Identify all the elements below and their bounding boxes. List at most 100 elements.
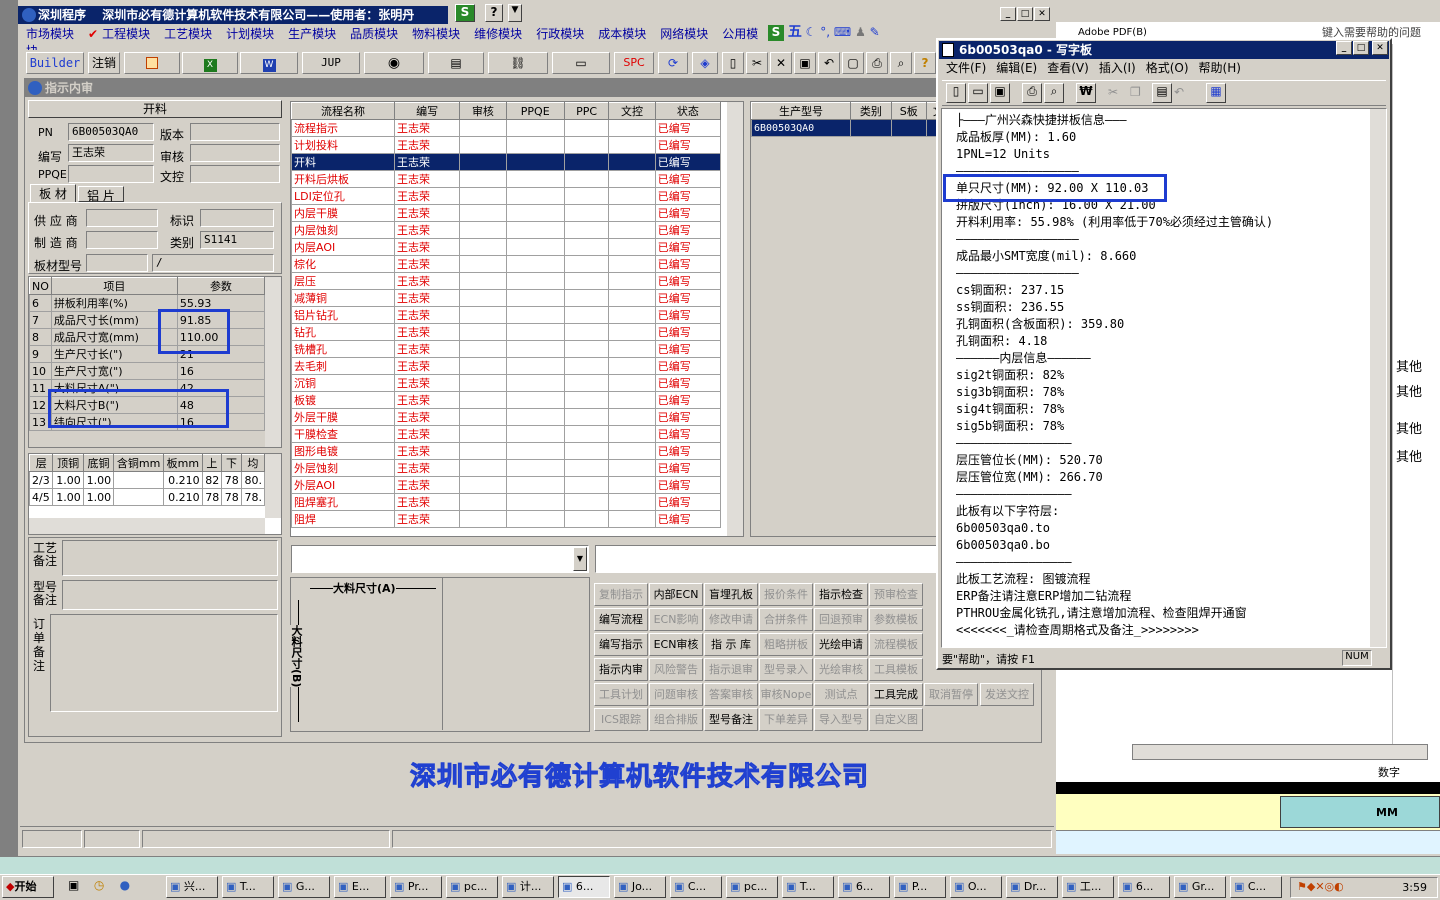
builder-button[interactable]: Builder bbox=[26, 52, 84, 74]
user-icon[interactable]: ♟ bbox=[855, 25, 866, 39]
editor-field[interactable]: 王志荣 bbox=[68, 144, 154, 162]
flow-row[interactable]: 层压 王志荣 已编写 bbox=[291, 272, 722, 290]
layer-hscrollbar[interactable] bbox=[29, 518, 265, 534]
menu-item[interactable]: 生产模块 bbox=[288, 27, 336, 41]
action-button[interactable]: 盲埋孔板 bbox=[704, 583, 758, 606]
action-button[interactable]: 光绘申请 bbox=[814, 633, 868, 656]
model-col[interactable]: 类别 bbox=[849, 102, 892, 120]
preview-icon[interactable]: ▢ bbox=[842, 52, 864, 74]
menu-item[interactable]: 工艺模块 bbox=[164, 27, 212, 41]
action-button[interactable]: 预审检查 bbox=[869, 583, 923, 606]
mark-field[interactable] bbox=[200, 209, 274, 227]
review-field[interactable] bbox=[190, 144, 280, 162]
punct-icon[interactable]: °, bbox=[820, 25, 830, 39]
pn-field[interactable]: 6B00503QA0 bbox=[68, 123, 154, 141]
taskbar-item[interactable]: ▣ Pr... bbox=[390, 876, 442, 898]
taskbar-item[interactable]: ▣ C... bbox=[670, 876, 722, 898]
find-doc-icon[interactable]: ₩ bbox=[1076, 83, 1096, 103]
flow-row[interactable]: 板镀 王志荣 已编写 bbox=[291, 391, 722, 409]
model-cell[interactable]: 6B00503QA0 bbox=[751, 119, 851, 137]
app-quick-icon[interactable]: ● bbox=[120, 878, 136, 892]
layer-row[interactable]: 4/5 1.00 1.00 0.210 78 78 78. bbox=[29, 488, 266, 506]
moon-icon[interactable]: ☾ bbox=[806, 25, 817, 39]
action-button[interactable]: 导入型号 bbox=[814, 708, 868, 731]
taskbar-item[interactable]: ▣ C... bbox=[1230, 876, 1282, 898]
action-button[interactable]: 自定义图 bbox=[869, 708, 923, 731]
jup-button[interactable]: JUP bbox=[302, 52, 360, 74]
board-model-field-2[interactable]: / bbox=[152, 254, 274, 272]
start-button[interactable]: ◆开始 bbox=[2, 876, 54, 898]
other-checkbox[interactable]: 其他 bbox=[1396, 418, 1422, 437]
insert-object-icon[interactable]: ▦ bbox=[1206, 83, 1226, 103]
delete-icon[interactable]: ✕ bbox=[770, 52, 792, 74]
flow-col[interactable]: 流程名称 bbox=[291, 102, 396, 120]
other-checkbox[interactable]: 其他 bbox=[1396, 446, 1422, 465]
save-icon[interactable]: ▣ bbox=[794, 52, 816, 74]
logout-button[interactable]: 注销 bbox=[88, 52, 120, 74]
action-button[interactable]: 型号备注 bbox=[704, 708, 758, 731]
taskbar-item[interactable]: ▣ T... bbox=[782, 876, 834, 898]
action-button[interactable]: 指示内审 bbox=[594, 658, 648, 681]
wordpad-maximize-button[interactable]: □ bbox=[1353, 41, 1369, 55]
taskbar-item[interactable]: ▣ E... bbox=[334, 876, 386, 898]
ppqe-field[interactable] bbox=[68, 165, 154, 183]
flow-row[interactable]: 棕化 王志荣 已编写 bbox=[291, 255, 722, 273]
flow-row[interactable]: 流程指示 王志荣 已编写 bbox=[291, 119, 722, 137]
flow-row[interactable]: 外层干膜 王志荣 已编写 bbox=[291, 408, 722, 426]
taskbar-item[interactable]: ▣ T... bbox=[222, 876, 274, 898]
model-remark-field[interactable] bbox=[62, 580, 278, 610]
new-doc-icon[interactable]: ▯ bbox=[946, 83, 966, 103]
excel-icon[interactable]: X bbox=[182, 52, 238, 74]
find-icon[interactable]: ⌕ bbox=[890, 52, 912, 74]
menu-item[interactable]: 工程模块 bbox=[102, 27, 150, 41]
close-button[interactable]: ✕ bbox=[1034, 7, 1050, 21]
clock-app-icon[interactable]: ◷ bbox=[94, 878, 110, 892]
flow-row[interactable]: 内层干膜 王志荣 已编写 bbox=[291, 204, 722, 222]
flow-row[interactable]: 开料后烘板 王志荣 已编写 bbox=[291, 170, 722, 188]
keyboard-icon[interactable]: ⌨ bbox=[834, 25, 851, 39]
model-col[interactable]: 生产型号 bbox=[751, 102, 851, 120]
word-icon[interactable]: W bbox=[240, 52, 298, 74]
flow-row[interactable]: 外层AOI 王志荣 已编写 bbox=[291, 476, 722, 494]
action-button[interactable]: 工具完成 bbox=[869, 683, 923, 706]
note-field[interactable] bbox=[595, 545, 940, 573]
link-icon[interactable]: ◈ bbox=[692, 52, 718, 74]
action-button[interactable]: 编写流程 bbox=[594, 608, 648, 631]
layer-row[interactable]: 2/3 1.00 1.00 0.210 82 78 80. bbox=[29, 471, 266, 489]
tab-board[interactable]: 板 材 bbox=[30, 184, 76, 202]
flow-row[interactable]: 铝片钻孔 王志荣 已编写 bbox=[291, 306, 722, 324]
maker-field[interactable] bbox=[86, 231, 158, 249]
copy-doc-icon[interactable]: ❐ bbox=[1130, 85, 1150, 99]
menu-item[interactable]: 成本模块 bbox=[598, 27, 646, 41]
order-remark-field[interactable] bbox=[50, 614, 278, 712]
taskbar-item[interactable]: ▣ 工... bbox=[1062, 876, 1114, 898]
menu-item[interactable]: 物料模块 bbox=[412, 27, 460, 41]
menu-item[interactable]: 行政模块 bbox=[536, 27, 584, 41]
action-button[interactable]: 下单差异 bbox=[759, 708, 813, 731]
flow-combo[interactable] bbox=[291, 545, 589, 573]
taskbar-item[interactable]: ▣ 6... bbox=[1118, 876, 1170, 898]
taskbar-item[interactable]: ▣ pc... bbox=[446, 876, 498, 898]
action-button[interactable]: ECN影响 bbox=[649, 608, 703, 631]
wordpad-menu-view[interactable]: 查看(V) bbox=[1047, 61, 1089, 75]
flow-row[interactable]: 去毛刺 王志荣 已编写 bbox=[291, 357, 722, 375]
action-button[interactable]: 指示检查 bbox=[814, 583, 868, 606]
action-button[interactable]: 型号录入 bbox=[759, 658, 813, 681]
action-button[interactable]: 审核Nope bbox=[759, 683, 813, 706]
doc-control-field[interactable] bbox=[190, 165, 280, 183]
spc-button[interactable]: SPC bbox=[614, 52, 654, 74]
help-q-icon[interactable]: ? bbox=[914, 52, 936, 74]
taskbar-item[interactable]: ▣ G... bbox=[278, 876, 330, 898]
save-doc-icon[interactable]: ▣ bbox=[990, 83, 1010, 103]
action-button[interactable]: 参数模板 bbox=[869, 608, 923, 631]
menu-item[interactable]: 市场模块 bbox=[26, 27, 74, 41]
flow-row[interactable]: 阻焊 王志荣 已编写 bbox=[291, 510, 722, 528]
flow-combo-arrow[interactable]: ▼ bbox=[573, 547, 587, 571]
flow-row[interactable]: 铣槽孔 王志荣 已编写 bbox=[291, 340, 722, 358]
other-checkbox[interactable]: 其他 bbox=[1396, 356, 1422, 375]
taskbar-item[interactable]: ▣ 6... bbox=[838, 876, 890, 898]
action-button[interactable]: 组合排版 bbox=[649, 708, 703, 731]
flow-row[interactable]: 阻焊塞孔 王志荣 已编写 bbox=[291, 493, 722, 511]
taskbar-item[interactable]: ▣ Gr... bbox=[1174, 876, 1226, 898]
taskbar-item[interactable]: ▣ Jo... bbox=[614, 876, 666, 898]
